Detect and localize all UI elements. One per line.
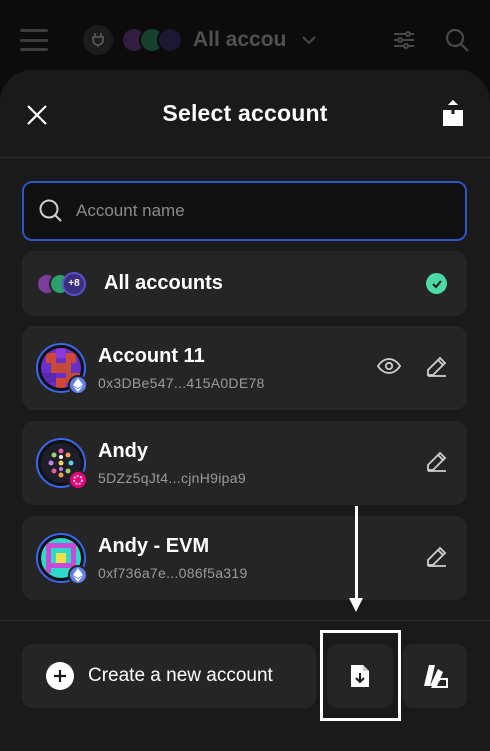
account-row[interactable]: Andy 5DZz5qJt4...cjnH9ipa9 (22, 421, 467, 505)
menu-icon[interactable] (20, 29, 48, 51)
create-account-button[interactable]: Create a new account (22, 644, 316, 708)
chevron-down-icon[interactable] (300, 31, 318, 49)
edit-icon[interactable] (425, 544, 449, 568)
account-address: 0x3DBe547...415A0DE78 (98, 375, 265, 391)
account-name: Andy (98, 440, 148, 462)
account-name: Account 11 (98, 345, 205, 367)
edit-icon[interactable] (425, 449, 449, 473)
all-accounts-label: All accounts (104, 272, 223, 294)
export-icon[interactable] (440, 98, 466, 128)
plus-icon (46, 662, 74, 690)
filter-icon[interactable] (392, 28, 416, 52)
ethereum-icon (68, 565, 88, 585)
search-box[interactable] (22, 181, 467, 241)
create-account-label: Create a new account (88, 665, 273, 686)
eye-icon[interactable] (377, 354, 401, 378)
header-account-title[interactable]: All accou (193, 28, 286, 52)
app-header: All accou (0, 0, 490, 80)
plug-icon[interactable] (83, 25, 113, 55)
edit-icon[interactable] (425, 354, 449, 378)
attach-account-button[interactable] (403, 644, 467, 708)
search-icon[interactable] (444, 27, 470, 53)
annotation-arrow-head (349, 598, 363, 612)
account-search-input[interactable] (76, 201, 436, 221)
more-accounts-badge: +8 (62, 271, 86, 296)
header-avatar-stack (121, 27, 183, 53)
search-icon (39, 199, 62, 222)
annotation-highlight-box (320, 630, 401, 721)
account-row[interactable]: Account 11 0x3DBe547...415A0DE78 (22, 326, 467, 410)
account-address: 0xf736a7e...086f5a319 (98, 565, 248, 581)
select-account-modal: Select account +8 All accounts (0, 70, 490, 751)
polkadot-icon (68, 470, 88, 490)
modal-title: Select account (162, 100, 328, 126)
avatar (36, 533, 88, 585)
account-row[interactable]: Andy - EVM 0xf736a7e...086f5a319 (22, 516, 467, 600)
account-avatar-stack: +8 (36, 271, 86, 296)
modal-header: Select account (0, 70, 490, 158)
modal-footer: Create a new account (0, 620, 490, 751)
annotation-arrow-line (355, 506, 358, 606)
selected-check-icon (426, 273, 447, 294)
ethereum-icon (68, 375, 88, 395)
swatch-icon (424, 665, 448, 688)
all-accounts-row[interactable]: +8 All accounts (22, 251, 467, 316)
close-icon[interactable] (24, 102, 50, 128)
avatar (36, 438, 88, 490)
account-name: Andy - EVM (98, 535, 210, 557)
account-address: 5DZz5qJt4...cjnH9ipa9 (98, 470, 246, 486)
avatar (36, 343, 88, 395)
